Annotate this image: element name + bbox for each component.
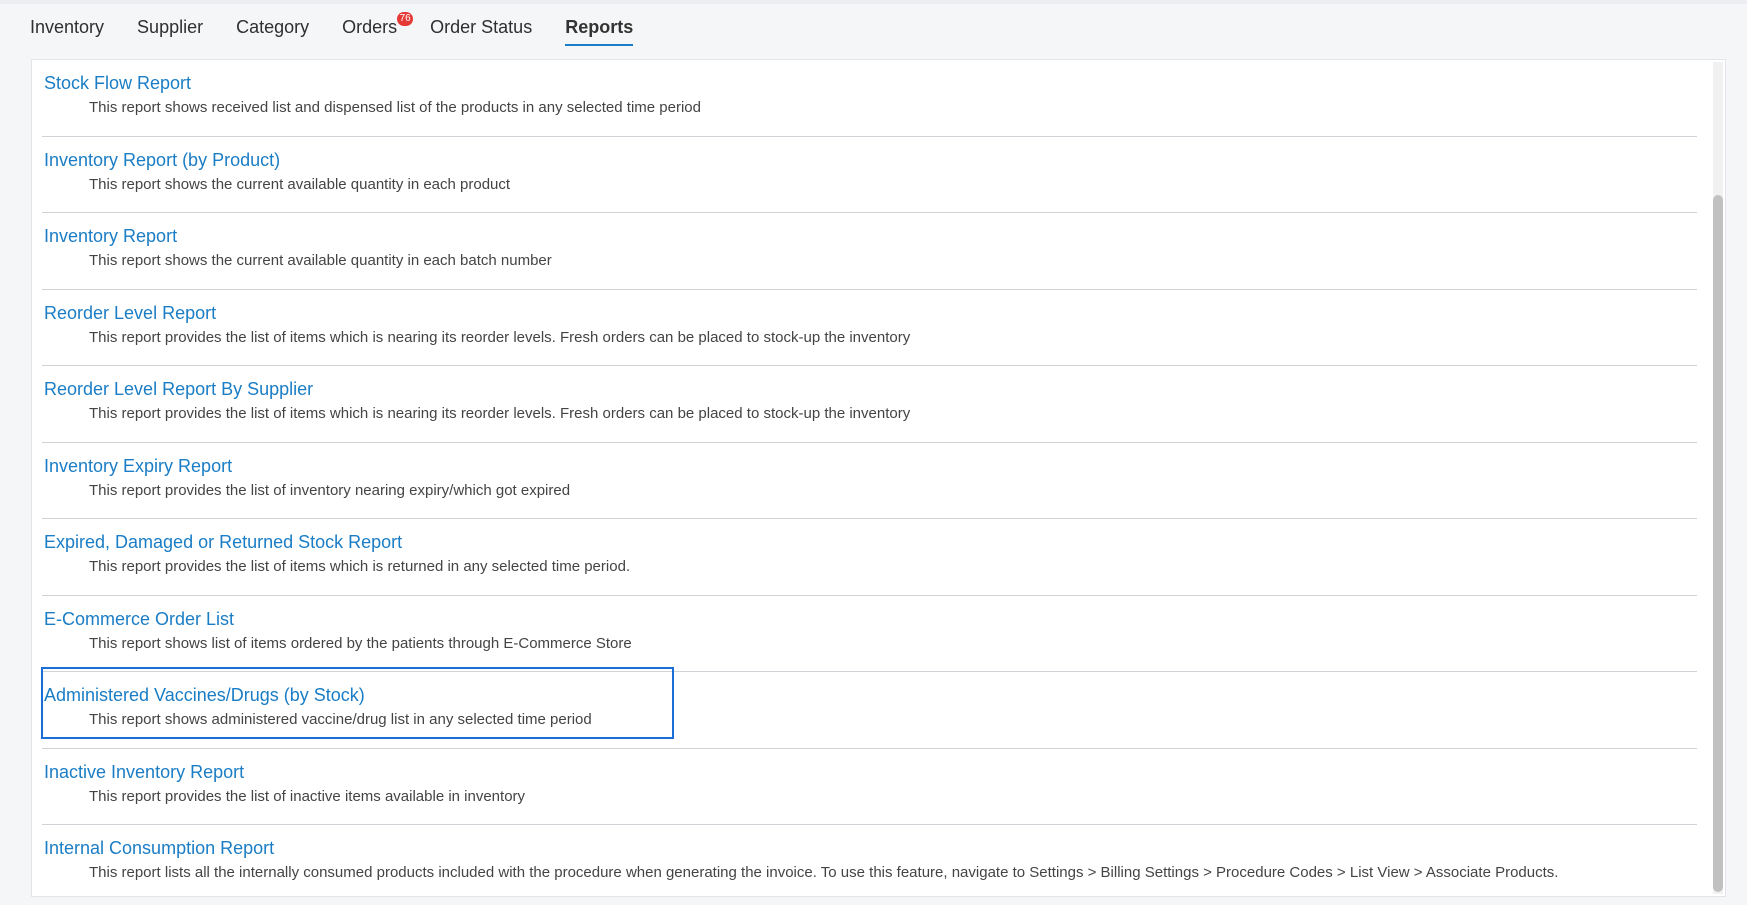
report-item-reorder-level-by-supplier: Reorder Level Report By Supplier This re… bbox=[42, 366, 1697, 443]
report-link-inactive-inventory[interactable]: Inactive Inventory Report bbox=[44, 761, 244, 783]
report-link-administered-vaccines-drugs[interactable]: Administered Vaccines/Drugs (by Stock) bbox=[44, 684, 365, 706]
orders-count-badge: 76 bbox=[397, 12, 414, 26]
report-item-stock-flow: Stock Flow Report This report shows rece… bbox=[42, 60, 1697, 137]
report-link-reorder-level-by-supplier[interactable]: Reorder Level Report By Supplier bbox=[44, 378, 313, 400]
report-description: This report provides the list of invento… bbox=[89, 481, 571, 499]
report-description: This report shows the current available … bbox=[89, 175, 511, 193]
report-link-inventory[interactable]: Inventory Report bbox=[44, 225, 177, 247]
report-link-ecommerce-order-list[interactable]: E-Commerce Order List bbox=[44, 608, 234, 630]
report-description: This report lists all the internally con… bbox=[89, 864, 1559, 881]
report-description: This report shows administered vaccine/d… bbox=[89, 711, 592, 728]
report-item-inventory-by-product: Inventory Report (by Product) This repor… bbox=[42, 137, 1697, 213]
report-item-reorder-level: Reorder Level Report This report provide… bbox=[42, 290, 1697, 366]
report-link-expired-damaged-returned[interactable]: Expired, Damaged or Returned Stock Repor… bbox=[44, 531, 402, 553]
report-item-inactive-inventory: Inactive Inventory Report This report pr… bbox=[42, 749, 1697, 825]
tab-label: Orders bbox=[342, 17, 398, 37]
tab-label: Category bbox=[236, 17, 310, 37]
tab-inventory[interactable]: Inventory bbox=[30, 4, 105, 37]
report-item-administered-vaccines-drugs: Administered Vaccines/Drugs (by Stock) T… bbox=[42, 672, 1697, 749]
tab-supplier[interactable]: Supplier bbox=[137, 4, 204, 37]
report-link-internal-consumption[interactable]: Internal Consumption Report bbox=[44, 837, 274, 859]
report-link-inventory-expiry[interactable]: Inventory Expiry Report bbox=[44, 455, 232, 477]
report-description: This report provides the list of inactiv… bbox=[89, 787, 526, 805]
tab-label: Inventory bbox=[30, 17, 105, 37]
reports-panel: Stock Flow Report This report shows rece… bbox=[31, 59, 1726, 897]
report-description: This report shows the current available … bbox=[89, 252, 552, 269]
report-item-inventory: Inventory Report This report shows the c… bbox=[42, 213, 1697, 290]
scrollbar-thumb[interactable] bbox=[1713, 195, 1723, 892]
report-item-inventory-expiry: Inventory Expiry Report This report prov… bbox=[42, 443, 1697, 519]
report-description: This report shows received list and disp… bbox=[89, 99, 701, 116]
tab-reports[interactable]: Reports bbox=[565, 4, 634, 46]
report-description: This report provides the list of items w… bbox=[89, 328, 911, 346]
tab-order-status[interactable]: Order Status bbox=[430, 4, 533, 37]
report-item-expired-damaged-returned: Expired, Damaged or Returned Stock Repor… bbox=[42, 519, 1697, 596]
report-link-stock-flow[interactable]: Stock Flow Report bbox=[44, 72, 191, 94]
reports-list: Stock Flow Report This report shows rece… bbox=[32, 60, 1707, 896]
report-item-ecommerce-order-list: E-Commerce Order List This report shows … bbox=[42, 596, 1697, 672]
report-link-reorder-level[interactable]: Reorder Level Report bbox=[44, 302, 216, 324]
tab-label: Reports bbox=[565, 17, 634, 37]
report-link-inventory-by-product[interactable]: Inventory Report (by Product) bbox=[44, 149, 280, 171]
tab-orders[interactable]: Orders 76 bbox=[342, 4, 414, 37]
report-item-internal-consumption: Internal Consumption Report This report … bbox=[42, 825, 1697, 896]
report-description: This report shows list of items ordered … bbox=[89, 634, 632, 652]
tab-label: Order Status bbox=[430, 17, 533, 37]
tab-category[interactable]: Category bbox=[236, 4, 310, 37]
report-description: This report provides the list of items w… bbox=[89, 405, 911, 422]
report-description: This report provides the list of items w… bbox=[89, 558, 631, 575]
main-tabs: Inventory Supplier Category Orders 76 Or… bbox=[30, 4, 666, 56]
tab-label: Supplier bbox=[137, 17, 204, 37]
